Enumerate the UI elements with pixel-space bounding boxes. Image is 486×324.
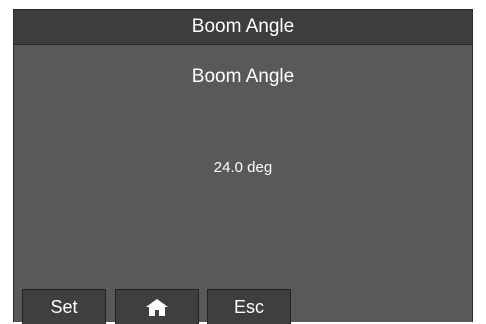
title-bar: Boom Angle bbox=[14, 10, 472, 45]
set-button[interactable]: Set bbox=[22, 289, 106, 324]
window-title: Boom Angle bbox=[191, 16, 295, 37]
display-screen: Boom Angle Boom Angle 24.0 deg Set Esc bbox=[13, 9, 473, 324]
set-button-label: Set bbox=[50, 296, 78, 317]
esc-button[interactable]: Esc bbox=[207, 289, 291, 324]
esc-button-label: Esc bbox=[233, 296, 264, 317]
parameter-value: 24.0 deg bbox=[213, 159, 273, 176]
home-button[interactable] bbox=[115, 289, 199, 324]
parameter-heading: Boom Angle bbox=[191, 66, 295, 87]
home-icon bbox=[146, 298, 168, 316]
